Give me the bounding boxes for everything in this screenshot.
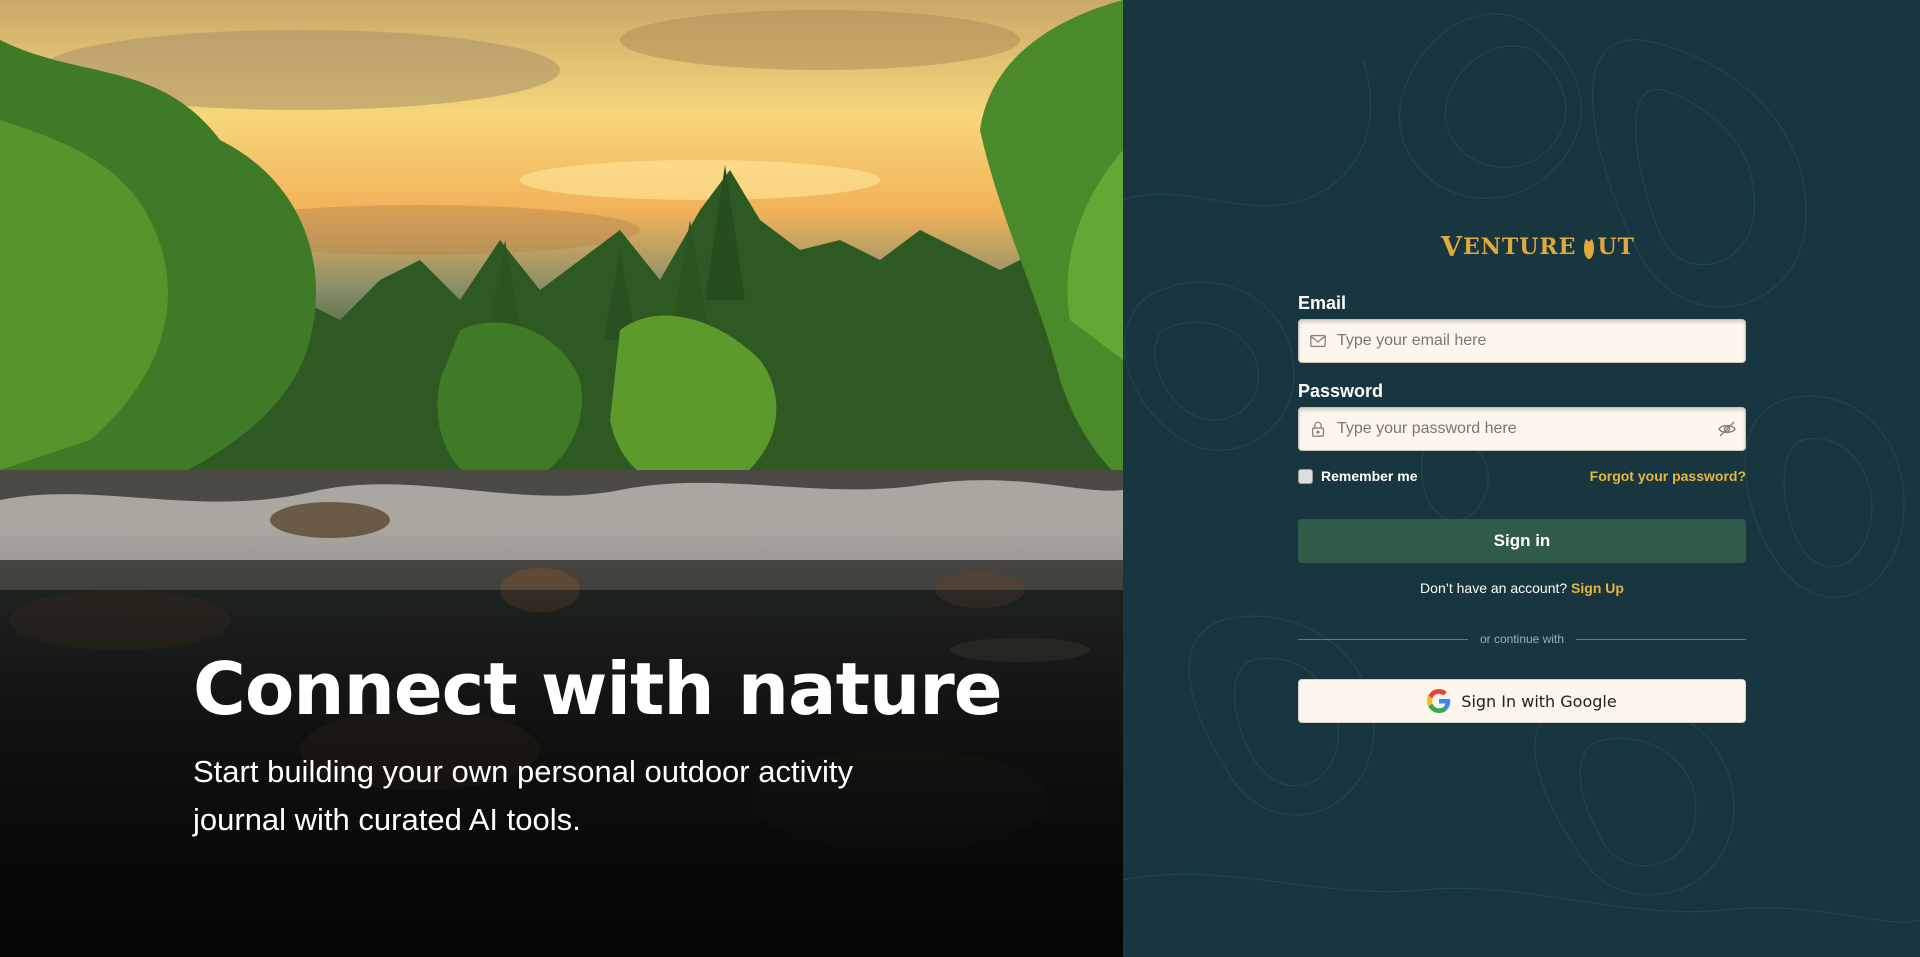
divider-line-right xyxy=(1576,638,1747,640)
venture-out-logo: V ENTURE UT xyxy=(1441,231,1636,263)
login-panel xyxy=(1123,0,1920,957)
email-field[interactable] xyxy=(1298,319,1746,363)
lock-icon xyxy=(1311,421,1325,437)
logo-o-mark xyxy=(1584,237,1595,259)
remember-me-checkbox[interactable] xyxy=(1298,468,1313,484)
forgot-password-link[interactable]: Forgot your password? xyxy=(1590,468,1746,484)
hero-panel: Connect with nature Start building your … xyxy=(0,0,1123,957)
sign-in-button[interactable]: Sign in xyxy=(1298,519,1746,563)
hero-subtitle: Start building your own personal outdoor… xyxy=(193,754,853,837)
topographic-background xyxy=(1123,13,1920,923)
google-icon xyxy=(1427,689,1451,713)
divider-text: or continue with xyxy=(1479,632,1565,646)
password-input[interactable] xyxy=(1337,420,1717,438)
remember-me-label: Remember me xyxy=(1321,468,1418,484)
password-field[interactable] xyxy=(1298,407,1746,451)
remember-me[interactable]: Remember me xyxy=(1298,468,1418,484)
email-input[interactable] xyxy=(1337,332,1745,350)
sign-up-link[interactable]: Sign Up xyxy=(1571,580,1624,596)
email-label: Email xyxy=(1298,293,1347,313)
or-divider: or continue with xyxy=(1298,630,1747,648)
google-button-label: Sign In with Google xyxy=(1461,691,1617,711)
signup-prompt-text: Don’t have an account? xyxy=(1420,580,1568,596)
divider-line-left xyxy=(1298,638,1468,640)
google-sign-in-button[interactable]: Sign In with Google xyxy=(1298,679,1746,723)
hero-title: Connect with nature xyxy=(193,647,1003,731)
password-label: Password xyxy=(1298,381,1384,401)
mail-icon xyxy=(1310,334,1326,348)
signup-prompt: Don’t have an account? Sign Up xyxy=(1298,580,1746,596)
eye-off-icon[interactable] xyxy=(1717,419,1737,439)
